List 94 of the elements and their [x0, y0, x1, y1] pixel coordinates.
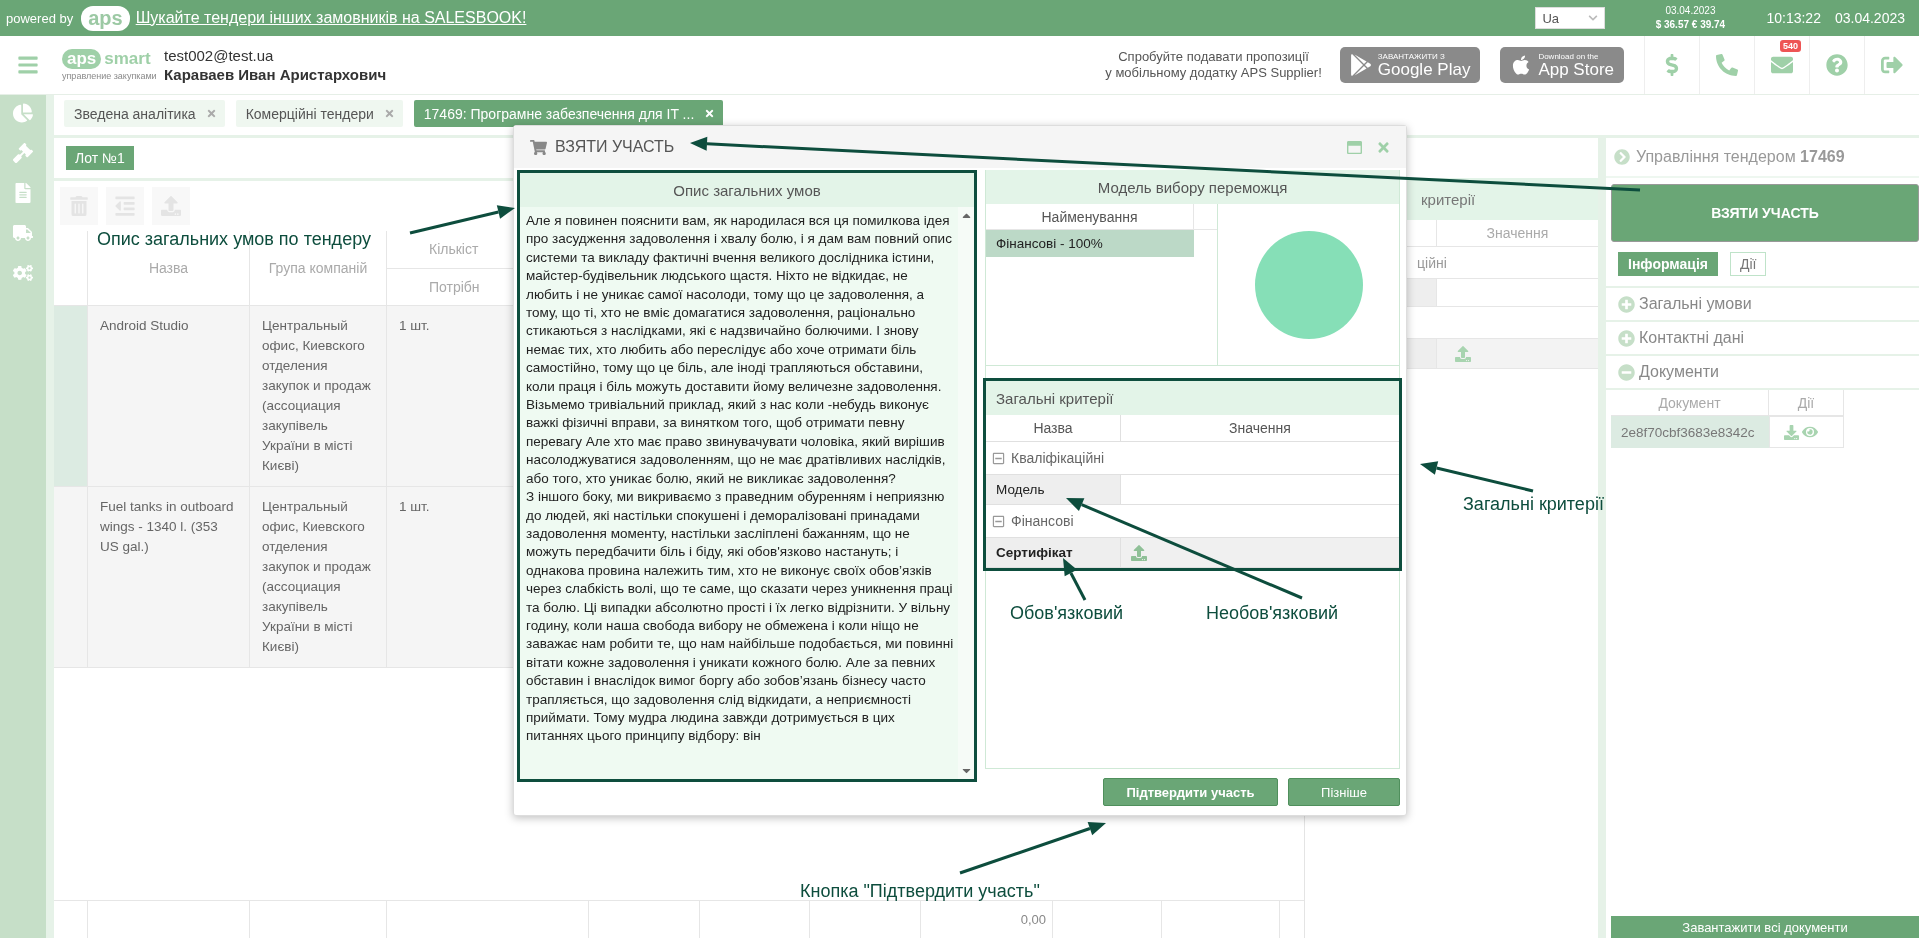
table-cell: Центральный офис, Киевского отделения закупок и продаж (ассоциация закупівель України в місті Києві): [250, 487, 387, 667]
column-header: Потрібн: [429, 278, 480, 295]
document-icon: [13, 183, 33, 203]
phone-icon: [1716, 54, 1738, 76]
column-header: Найменування: [986, 204, 1194, 229]
annotation-label: Опис загальних умов по тендеру: [97, 229, 371, 250]
column-header: Значення: [1485, 224, 1550, 243]
cart-icon: [530, 138, 547, 156]
column-header: Кількіст: [429, 241, 479, 258]
panel-header: Загальні критерії: [986, 381, 1399, 415]
app-store-button[interactable]: Download on the App Store: [1500, 47, 1624, 83]
panel-title: Управління тендером 17469: [1636, 148, 1845, 166]
model-row[interactable]: Фінансові - 100%: [986, 230, 1194, 257]
unread-badge: 540: [1779, 40, 1801, 52]
participate-button[interactable]: ВЗЯТИ УЧАСТЬ: [1611, 184, 1919, 242]
later-button[interactable]: Пізніше: [1288, 778, 1400, 806]
group-label: Фінансові: [1011, 513, 1074, 529]
pie-chart-button[interactable]: [13, 103, 33, 123]
promo-text: у мобільному додатку APS Supplier!: [1105, 65, 1322, 81]
logo-word: smart: [104, 49, 151, 69]
dialog-title: ВЗЯТИ УЧАСТЬ: [555, 138, 676, 156]
criterion-name: Модель: [986, 475, 1121, 504]
panel-tab[interactable]: Інформація: [1618, 252, 1718, 276]
play-store-icon: [1349, 54, 1372, 76]
lot-tab[interactable]: Лот №1: [66, 146, 134, 170]
pie-chart-icon: [13, 103, 33, 123]
download-icon[interactable]: [1784, 424, 1799, 440]
table-cell: Центральный офис, Киевского отделения закупок и продаж (ассоциация закупівель України в місті Києві): [250, 306, 387, 486]
close-icon[interactable]: [383, 108, 395, 119]
clock-date: 03.04.2023: [1834, 10, 1905, 26]
maximize-button[interactable]: [1344, 139, 1365, 155]
table-cell: Fuel tanks in outboard wings - 1340 l. (353 US gal.): [88, 487, 250, 667]
menu-icon: [17, 54, 39, 76]
document-name[interactable]: 2e8f70cbf3683e8342c: [1611, 416, 1769, 448]
close-icon[interactable]: [704, 108, 716, 119]
delete-button[interactable]: [60, 187, 98, 225]
confirm-button[interactable]: Підтвердити участь: [1103, 778, 1278, 806]
document-button[interactable]: [13, 183, 33, 203]
google-play-button[interactable]: ЗАВАНТАЖИТИ З Google Play: [1339, 47, 1481, 83]
gears-icon: [13, 263, 33, 283]
panel-tab[interactable]: Дії: [1729, 252, 1767, 276]
annotation-label: Обов'язковий: [1010, 603, 1124, 624]
group-label: ційні: [1416, 253, 1447, 273]
column-header: Назва: [986, 415, 1121, 441]
table-cell: Android Studio: [88, 306, 250, 486]
annotation-label: Кнопка "Підтвердити участь": [800, 881, 1040, 902]
user-name: Караваев Иван Аристархович: [164, 66, 387, 83]
maximize-icon: [1347, 139, 1362, 155]
exchange-rates: $ 36.57 € 39.74: [1655, 18, 1726, 32]
upload-icon[interactable]: [1455, 345, 1471, 362]
clock-time: 10:13:22: [1766, 10, 1821, 26]
gavel-button[interactable]: [13, 143, 33, 163]
user-email: test002@test.ua: [164, 47, 275, 64]
total-cell: 0,00: [921, 901, 1053, 938]
gavel-icon: [13, 143, 33, 163]
truck-button[interactable]: [13, 223, 33, 243]
close-icon: [1376, 139, 1391, 155]
column-header: Група компаній: [268, 260, 368, 276]
row-marker[interactable]: [54, 306, 88, 486]
collapse-icon[interactable]: [992, 451, 1005, 465]
logo-mark: aps: [62, 49, 102, 69]
rates-date: 03.04.2023: [1665, 4, 1716, 18]
column-header: Дії: [1769, 390, 1844, 416]
chevron-right-icon: [1614, 149, 1630, 165]
eye-icon[interactable]: [1802, 424, 1818, 440]
logo-subtitle: управление закупками: [62, 71, 154, 81]
collapse-icon[interactable]: [992, 514, 1005, 528]
upload-icon[interactable]: [1131, 544, 1147, 561]
close-icon[interactable]: [205, 108, 217, 119]
group-label: Кваліфікаційні: [1011, 450, 1105, 466]
powered-by-label: powered by: [6, 10, 74, 26]
help-icon: [1826, 54, 1848, 76]
outdent-button[interactable]: [106, 187, 144, 225]
row-marker[interactable]: [54, 487, 88, 667]
gears-button[interactable]: [13, 263, 33, 283]
upload-button[interactable]: [152, 187, 190, 225]
truck-icon: [13, 223, 33, 243]
column-header: Назва: [148, 260, 189, 276]
column-header: Значення: [1228, 419, 1292, 438]
chevron-down-icon: [1588, 13, 1599, 23]
logo: aps: [81, 5, 130, 31]
annotation-label: Загальні критерії: [1463, 494, 1604, 515]
mail-icon: [1771, 54, 1793, 76]
logout-icon: [1881, 54, 1903, 76]
promo-text: Спробуйте подавати пропозиції: [1118, 49, 1309, 65]
page-tab[interactable]: Комерційні тендери: [235, 100, 403, 127]
mail-button[interactable]: 540: [1754, 36, 1809, 94]
page-tab[interactable]: Зведена аналітика: [64, 100, 225, 127]
panel-header: Модель вибору переможця: [986, 170, 1399, 204]
download-all-button[interactable]: Завантажити всі документи: [1611, 916, 1919, 938]
panel-header: Опис загальних умов: [520, 173, 974, 207]
page-tab[interactable]: 17469: Програмне забезпечення для IT ...: [413, 100, 724, 127]
salesbook-link[interactable]: Шукайте тендери інших замовників на SALESBOOK!: [135, 9, 527, 27]
language-select[interactable]: Ua: [1535, 7, 1606, 29]
